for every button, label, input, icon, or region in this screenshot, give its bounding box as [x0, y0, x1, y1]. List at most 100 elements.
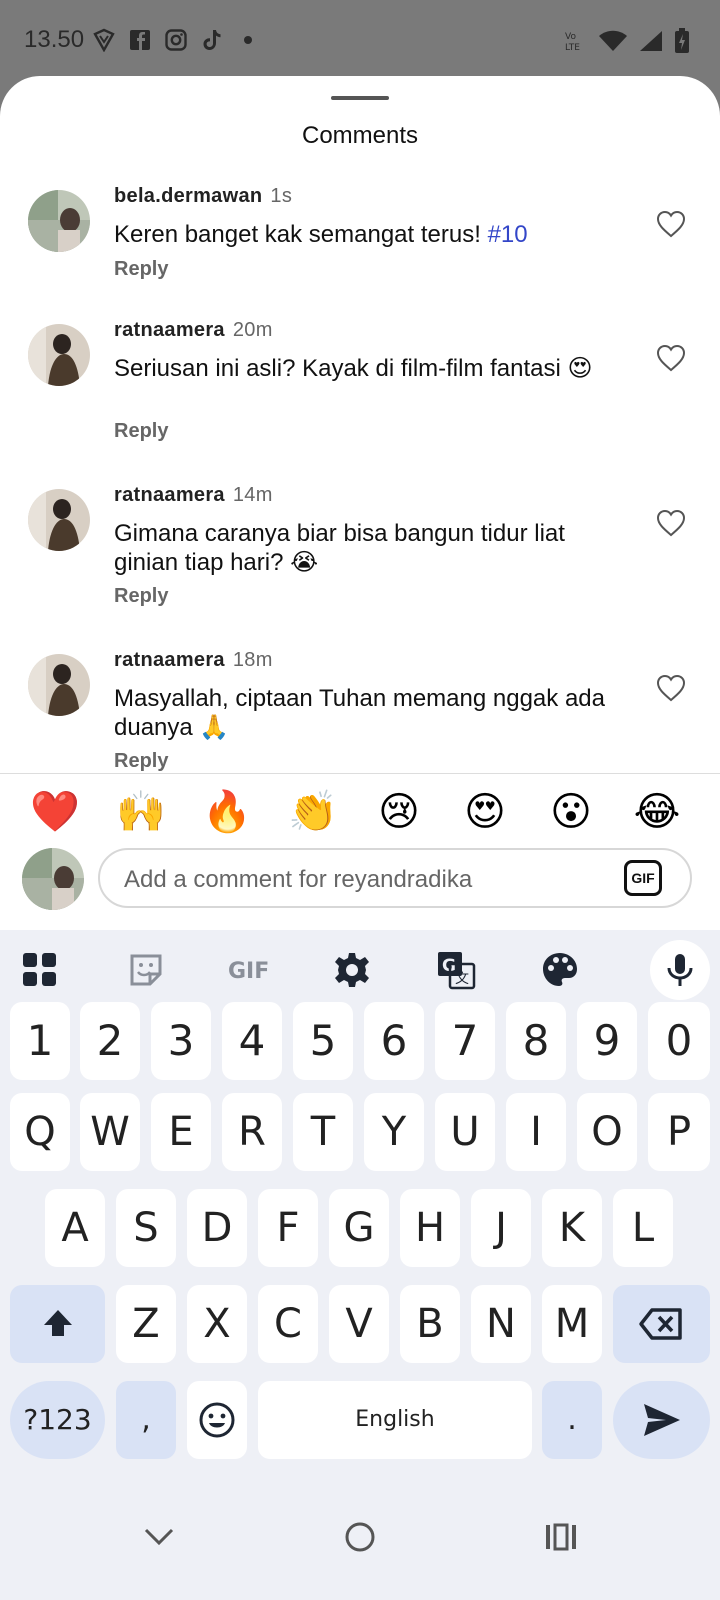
gear-icon[interactable]: [332, 950, 372, 990]
key-c[interactable]: C: [258, 1285, 318, 1363]
key-i[interactable]: I: [506, 1093, 566, 1171]
backspace-key[interactable]: [613, 1285, 710, 1363]
key-m[interactable]: M: [542, 1285, 602, 1363]
key-x[interactable]: X: [187, 1285, 247, 1363]
comma-key[interactable]: ,: [116, 1381, 176, 1459]
send-key[interactable]: [613, 1381, 710, 1459]
key-o[interactable]: O: [577, 1093, 637, 1171]
status-time: 13.50: [24, 26, 85, 53]
key-3[interactable]: 3: [151, 1002, 211, 1080]
drag-handle[interactable]: [331, 96, 389, 100]
emoji-heart-eyes[interactable]: 😍: [460, 788, 510, 836]
comment-username[interactable]: ratnaamera 14m: [114, 484, 273, 507]
key-v[interactable]: V: [329, 1285, 389, 1363]
key-5[interactable]: 5: [293, 1002, 353, 1080]
avatar[interactable]: [28, 324, 90, 386]
mic-icon: [667, 954, 693, 986]
key-1[interactable]: 1: [10, 1002, 70, 1080]
comment-input-placeholder: Add a comment for reyandradika: [124, 866, 473, 893]
key-4[interactable]: 4: [222, 1002, 282, 1080]
key-e[interactable]: E: [151, 1093, 211, 1171]
key-0[interactable]: 0: [648, 1002, 710, 1080]
key-r[interactable]: R: [222, 1093, 282, 1171]
nav-hide-keyboard-icon[interactable]: [142, 1524, 176, 1555]
my-avatar: [22, 848, 84, 910]
nav-home-icon[interactable]: [343, 1520, 377, 1559]
comment-input[interactable]: Add a comment for reyandradika GIF: [98, 848, 692, 908]
key-n[interactable]: N: [471, 1285, 531, 1363]
comment-username[interactable]: ratnaamera 20m: [114, 319, 273, 342]
key-9[interactable]: 9: [577, 1002, 637, 1080]
emoji-key[interactable]: [187, 1381, 247, 1459]
avatar[interactable]: [28, 654, 90, 716]
key-6[interactable]: 6: [364, 1002, 424, 1080]
key-2[interactable]: 2: [80, 1002, 140, 1080]
heart-icon[interactable]: [656, 509, 686, 537]
key-y[interactable]: Y: [364, 1093, 424, 1171]
emoji-heart[interactable]: ❤️: [30, 788, 80, 836]
key-d[interactable]: D: [187, 1189, 247, 1267]
nav-recents-icon[interactable]: [544, 1520, 578, 1559]
shift-icon: [43, 1310, 72, 1336]
gif-keyboard-icon[interactable]: GIF: [226, 950, 274, 990]
mic-button[interactable]: [650, 940, 710, 1000]
system-nav-bar: [0, 1500, 720, 1600]
send-icon: [643, 1404, 680, 1436]
key-q[interactable]: Q: [10, 1093, 70, 1171]
key-s[interactable]: S: [116, 1189, 176, 1267]
key-7[interactable]: 7: [435, 1002, 495, 1080]
comment-time: 18m: [232, 649, 273, 671]
heart-icon[interactable]: [656, 674, 686, 702]
space-key[interactable]: English: [258, 1381, 532, 1459]
hashtag-link[interactable]: #10: [488, 221, 528, 248]
key-g[interactable]: G: [329, 1189, 389, 1267]
apps-grid-icon[interactable]: [20, 950, 60, 990]
heart-icon[interactable]: [656, 210, 686, 238]
emoji-clap[interactable]: 👏: [288, 788, 338, 836]
emoji-laughing[interactable]: 😂: [632, 788, 682, 836]
avatar[interactable]: [28, 489, 90, 551]
reply-button[interactable]: Reply: [114, 585, 168, 608]
emoji-fire[interactable]: 🔥: [202, 788, 252, 836]
avatar[interactable]: [28, 190, 90, 252]
shift-key[interactable]: [10, 1285, 105, 1363]
comment-username[interactable]: ratnaamera 18m: [114, 649, 273, 672]
translate-icon[interactable]: G文: [436, 950, 476, 990]
emoji-surprised[interactable]: 😮: [546, 788, 596, 836]
reply-button[interactable]: Reply: [114, 420, 168, 443]
palette-icon[interactable]: [540, 950, 580, 990]
key-l[interactable]: L: [613, 1189, 673, 1267]
reply-button[interactable]: Reply: [114, 750, 168, 773]
emoji-raised-hands[interactable]: 🙌: [116, 788, 166, 836]
signal-icon: [638, 29, 664, 58]
key-f[interactable]: F: [258, 1189, 318, 1267]
key-8[interactable]: 8: [506, 1002, 566, 1080]
sticker-icon[interactable]: [126, 950, 166, 990]
key-k[interactable]: K: [542, 1189, 602, 1267]
svg-text:文: 文: [455, 971, 469, 987]
key-a[interactable]: A: [45, 1189, 105, 1267]
keyboard-toolbar: GIF G文: [0, 930, 720, 1010]
symbols-key[interactable]: ?123: [10, 1381, 105, 1459]
comment-time: 20m: [232, 319, 273, 341]
wifi-icon: [598, 29, 628, 58]
key-z[interactable]: Z: [116, 1285, 176, 1363]
volte-icon: Vo LTE: [564, 29, 588, 58]
key-w[interactable]: W: [80, 1093, 140, 1171]
emoji-icon: [199, 1402, 235, 1438]
comment-text: Gimana caranya biar bisa bangun tidur li…: [114, 520, 565, 576]
heart-icon[interactable]: [656, 344, 686, 372]
gif-button[interactable]: GIF: [624, 860, 662, 896]
svg-text:Vo: Vo: [565, 32, 576, 42]
reply-button[interactable]: Reply: [114, 258, 168, 281]
comment-username[interactable]: bela.dermawan 1s: [114, 185, 292, 208]
key-t[interactable]: T: [293, 1093, 353, 1171]
key-u[interactable]: U: [435, 1093, 495, 1171]
key-p[interactable]: P: [648, 1093, 710, 1171]
key-h[interactable]: H: [400, 1189, 460, 1267]
key-j[interactable]: J: [471, 1189, 531, 1267]
backspace-icon: [638, 1308, 682, 1340]
emoji-sad[interactable]: 😢: [374, 788, 424, 836]
period-key[interactable]: .: [542, 1381, 602, 1459]
key-b[interactable]: B: [400, 1285, 460, 1363]
